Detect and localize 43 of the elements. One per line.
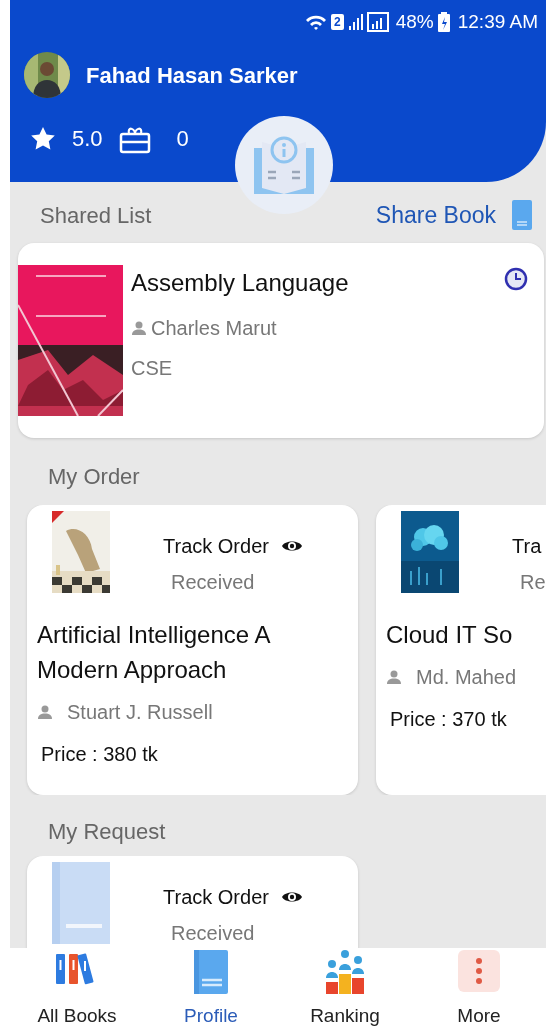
book-price: Price : 370 tk <box>389 706 508 732</box>
sim-badge: 2 <box>331 14 344 30</box>
document-icon <box>512 200 532 231</box>
section-title: My Request <box>47 817 167 846</box>
book-title: Cloud IT So <box>385 619 514 650</box>
clock-icon[interactable] <box>504 266 528 291</box>
track-order-link[interactable]: Tra <box>512 530 542 561</box>
order-card[interactable]: Tra Re Cloud IT So Md. Mahed Price : 370 tk <box>376 504 546 795</box>
nav-tab[interactable]: Ranking <box>278 948 412 1034</box>
status-time: 12:39 AM <box>457 9 538 34</box>
author-name: Md. Mahed <box>416 664 517 690</box>
nav-tab[interactable]: All Books <box>10 948 144 1034</box>
book-price: Price : 380 tk <box>40 741 159 767</box>
person-icon <box>386 668 402 685</box>
battery-level: 48% <box>395 9 434 34</box>
order-status: Received <box>170 569 255 595</box>
star-icon <box>30 125 56 152</box>
track-order-link[interactable]: Track Order <box>163 881 269 912</box>
wifi-icon <box>305 13 327 31</box>
department-label: CSE <box>131 355 174 381</box>
book-icon <box>52 861 110 944</box>
section-title: My Order <box>47 462 141 491</box>
signal-icon <box>347 12 392 32</box>
book-title: Artificial Intelligence A Modern Approach <box>36 619 271 685</box>
nav-tab[interactable]: More <box>412 948 546 1034</box>
profile-name: Fahad Hasan Sarker <box>86 61 298 90</box>
order-card[interactable]: Track Order Received <box>27 855 358 948</box>
order-card[interactable]: Track Order Received Artificial Intelligence A Modern Approach Stuart J. Russell Price : 380 tk <box>27 504 358 795</box>
share-book-link[interactable]: Share Book <box>375 198 532 233</box>
author-name: Charles Marut <box>151 315 277 341</box>
rating-value: 5.0 <box>72 125 103 153</box>
battery-icon <box>437 12 450 32</box>
book-title: Assembly Language <box>131 267 350 298</box>
nav-tab[interactable]: Profile <box>144 948 278 1034</box>
track-order-link[interactable]: Track Order <box>163 530 269 561</box>
person-icon <box>37 703 53 720</box>
book-card[interactable]: Assembly Language Charles Marut CSE <box>18 242 544 438</box>
author-name: Stuart J. Russell <box>67 699 213 725</box>
order-status: Re <box>519 569 546 595</box>
gift-count: 0 <box>176 125 189 153</box>
section-title: Shared List <box>40 201 152 230</box>
order-status: Received <box>170 920 255 946</box>
person-icon <box>131 319 147 336</box>
